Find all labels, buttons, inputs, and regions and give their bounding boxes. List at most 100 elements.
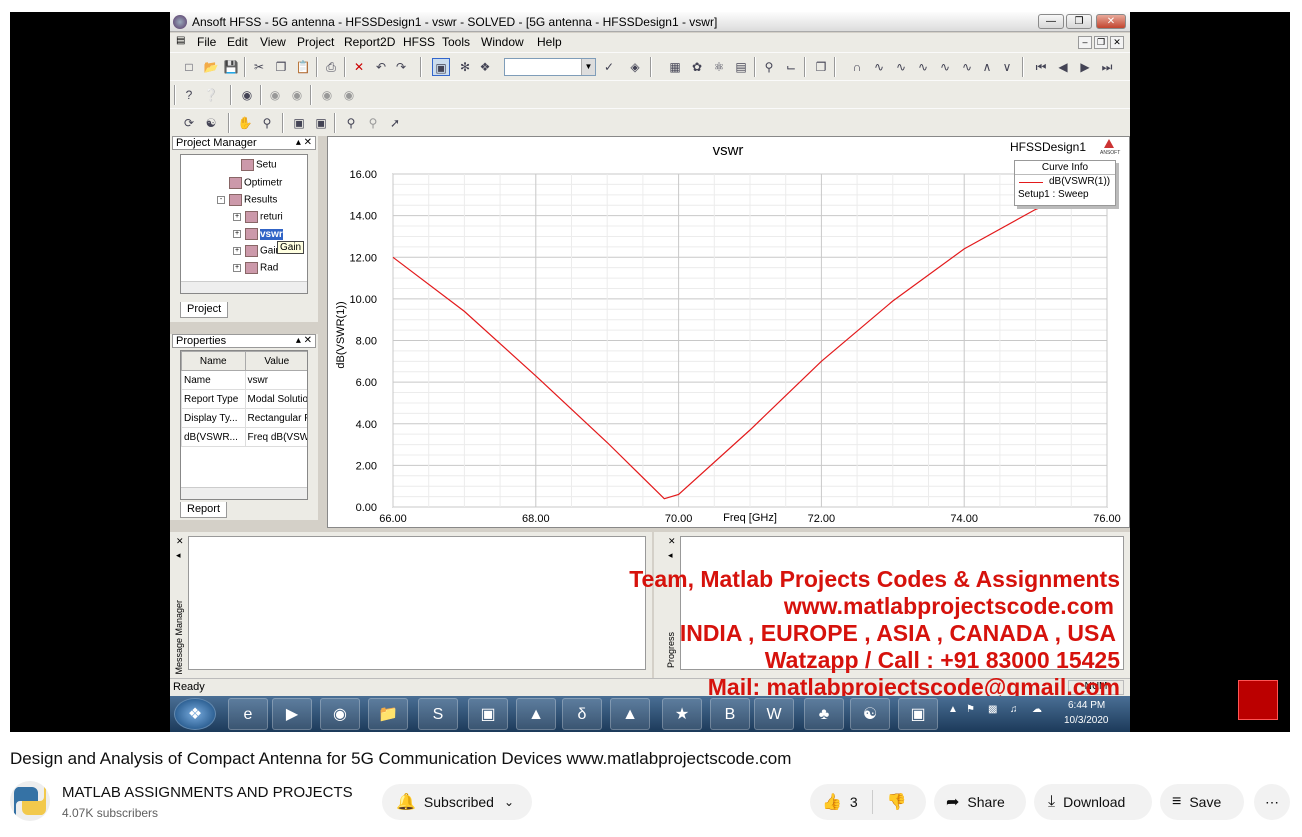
pane-collapse-icon[interactable]: ◂ bbox=[176, 550, 181, 561]
matlab-2-icon[interactable]: ▲ bbox=[610, 698, 650, 730]
channel-name[interactable]: MATLAB ASSIGNMENTS AND PROJECTS bbox=[62, 784, 353, 801]
menu-project[interactable]: Project bbox=[297, 35, 334, 49]
acrobat-icon[interactable]: ♣ bbox=[804, 698, 844, 730]
copy-icon[interactable]: ❐ bbox=[272, 58, 290, 76]
hierarchy-icon[interactable]: ❖ bbox=[476, 58, 494, 76]
draw-wave2-icon[interactable]: ∿ bbox=[892, 58, 910, 76]
maximize-button[interactable]: ❐ bbox=[1066, 14, 1092, 29]
mdi-minimize-button[interactable]: – bbox=[1078, 36, 1092, 49]
chip-app-icon[interactable]: ▣ bbox=[468, 698, 508, 730]
panel-close-icon[interactable]: ▴ ✕ bbox=[296, 335, 312, 347]
share-button[interactable]: ➦ Share bbox=[934, 784, 1026, 820]
menu-help[interactable]: Help bbox=[537, 35, 562, 49]
hfss-taskbar-icon[interactable]: ☯ bbox=[850, 698, 890, 730]
delta-app-icon[interactable]: δ bbox=[562, 698, 602, 730]
menu-tools[interactable]: Tools bbox=[442, 35, 470, 49]
paste-icon[interactable]: 📋 bbox=[294, 58, 312, 76]
draw-arc-icon[interactable]: ∩ bbox=[848, 58, 866, 76]
expand-minus-icon[interactable]: - bbox=[217, 196, 225, 204]
table-row[interactable]: dB(VSWR... Freq dB(VSW bbox=[181, 427, 307, 447]
tree-item-optimetrics[interactable]: Optimetr bbox=[229, 177, 282, 189]
show-all-icon[interactable]: ◉ bbox=[318, 86, 336, 104]
open-folder-icon[interactable]: 📂 bbox=[202, 58, 220, 76]
tree-item-vswr[interactable]: + vswr bbox=[233, 228, 283, 240]
remote-app-icon[interactable]: ▣ bbox=[898, 698, 938, 730]
tray-expand-icon[interactable]: ▲ bbox=[948, 704, 958, 715]
fit-selection-icon[interactable]: ▣ bbox=[312, 114, 330, 132]
properties-horizontal-scrollbar[interactable] bbox=[181, 487, 307, 499]
tab-project[interactable]: Project bbox=[180, 302, 229, 318]
subscribed-button[interactable]: 🔔 Subscribed ⌄ bbox=[382, 784, 532, 820]
measure-icon[interactable]: ➚ bbox=[386, 114, 404, 132]
internet-explorer-icon[interactable]: e bbox=[228, 698, 268, 730]
print-icon[interactable]: ⎙ bbox=[322, 58, 340, 76]
zoom-dynamic-icon[interactable]: ⚲ bbox=[258, 114, 276, 132]
pan-hand-icon[interactable]: ✋ bbox=[236, 114, 254, 132]
cut-icon[interactable]: ✂ bbox=[250, 58, 268, 76]
draw-peak-icon[interactable]: ∧ bbox=[978, 58, 996, 76]
rotate-icon[interactable]: ⟳ bbox=[180, 114, 198, 132]
thumbs-down-icon[interactable]: 👎 bbox=[887, 792, 907, 812]
mdi-close-button[interactable]: ✕ bbox=[1110, 36, 1124, 49]
show-icon[interactable]: ◉ bbox=[266, 86, 284, 104]
zoom-out-icon[interactable]: ⚲ bbox=[364, 114, 382, 132]
start-button-icon[interactable]: ❖ bbox=[174, 698, 216, 730]
expand-plus-icon[interactable]: + bbox=[233, 230, 241, 238]
pane-close-icon[interactable]: ✕ bbox=[176, 536, 184, 547]
undo-icon[interactable]: ↶ bbox=[372, 58, 390, 76]
whats-this-icon[interactable]: ❔ bbox=[202, 86, 220, 104]
table-row[interactable]: Report Type Modal Solution bbox=[181, 389, 307, 409]
plot-marker-icon[interactable]: ⌙ bbox=[782, 58, 800, 76]
tree-item-results[interactable]: - Results bbox=[217, 194, 277, 206]
draw-wave-icon[interactable]: ∿ bbox=[870, 58, 888, 76]
report-icon[interactable]: ▤ bbox=[732, 58, 750, 76]
media-player-icon[interactable]: ▶ bbox=[272, 698, 312, 730]
s-app-icon[interactable]: S bbox=[418, 698, 458, 730]
menu-window[interactable]: Window bbox=[481, 35, 524, 49]
tray-cloud-icon[interactable]: ☁ bbox=[1032, 704, 1042, 715]
chrome-icon[interactable]: ◉ bbox=[320, 698, 360, 730]
word-icon[interactable]: W bbox=[754, 698, 794, 730]
help-icon[interactable]: ? bbox=[180, 86, 198, 104]
eye-icon[interactable]: ◉ bbox=[238, 86, 256, 104]
file-explorer-icon[interactable]: 📁 bbox=[368, 698, 408, 730]
tray-flag-icon[interactable]: ⚑ bbox=[966, 704, 975, 715]
radiation-icon[interactable]: ⚛ bbox=[710, 58, 728, 76]
save-icon[interactable]: 💾 bbox=[222, 58, 240, 76]
new-file-icon[interactable]: □ bbox=[180, 58, 198, 76]
zoom-plot-icon[interactable]: ⚲ bbox=[760, 58, 778, 76]
mdi-restore-button[interactable]: ❐ bbox=[1094, 36, 1108, 49]
save-button[interactable]: ≡ Save bbox=[1160, 784, 1244, 820]
channel-avatar[interactable] bbox=[10, 781, 50, 821]
column-header-name[interactable]: Name bbox=[181, 351, 246, 371]
tree-item-setup[interactable]: Setu bbox=[241, 159, 277, 171]
menu-report2d[interactable]: Report2D bbox=[344, 35, 395, 49]
tab-report[interactable]: Report bbox=[180, 502, 228, 518]
panel-close-icon[interactable]: ▴ ✕ bbox=[296, 137, 312, 149]
tray-network-icon[interactable]: ▩ bbox=[988, 704, 997, 715]
thumbs-up-icon[interactable]: 👍 bbox=[822, 792, 842, 812]
b-app-icon[interactable]: B bbox=[710, 698, 750, 730]
toolbar-combo[interactable]: ▼ bbox=[504, 58, 596, 76]
next-icon[interactable]: ▶ bbox=[1076, 58, 1094, 76]
pane-collapse-icon[interactable]: ◂ bbox=[668, 550, 673, 561]
minimize-button[interactable]: — bbox=[1038, 14, 1064, 29]
table-row[interactable]: Name vswr bbox=[181, 370, 307, 390]
plot-window[interactable]: 0.00 2.00 4.00 6.00 8.00 10.00 12.00 14.00 16.00… bbox=[327, 136, 1130, 528]
tree-item-gain[interactable]: + Gain bbox=[233, 245, 281, 257]
redo-icon[interactable]: ↷ bbox=[392, 58, 410, 76]
hide-icon[interactable]: ◉ bbox=[288, 86, 306, 104]
curve-info-legend[interactable]: Curve Info dB(VSWR(1)) Setup1 : Sweep bbox=[1014, 160, 1116, 206]
model-icon[interactable]: ✻ bbox=[456, 58, 474, 76]
previous-icon[interactable]: ◀ bbox=[1054, 58, 1072, 76]
column-header-value[interactable]: Value bbox=[244, 351, 307, 371]
clock-date[interactable]: 10/3/2020 bbox=[1064, 715, 1109, 726]
expand-plus-icon[interactable]: + bbox=[233, 213, 241, 221]
movie-maker-icon[interactable]: ★ bbox=[662, 698, 702, 730]
delete-icon[interactable]: ✕ bbox=[350, 58, 368, 76]
window-layout-icon[interactable]: ❐ bbox=[812, 58, 830, 76]
download-button[interactable]: ⤓ Download bbox=[1034, 784, 1152, 820]
close-button[interactable]: ✕ bbox=[1096, 14, 1126, 29]
analyze-icon[interactable]: ◈ bbox=[626, 58, 644, 76]
tree-item-radiation[interactable]: + Rad bbox=[233, 262, 278, 274]
